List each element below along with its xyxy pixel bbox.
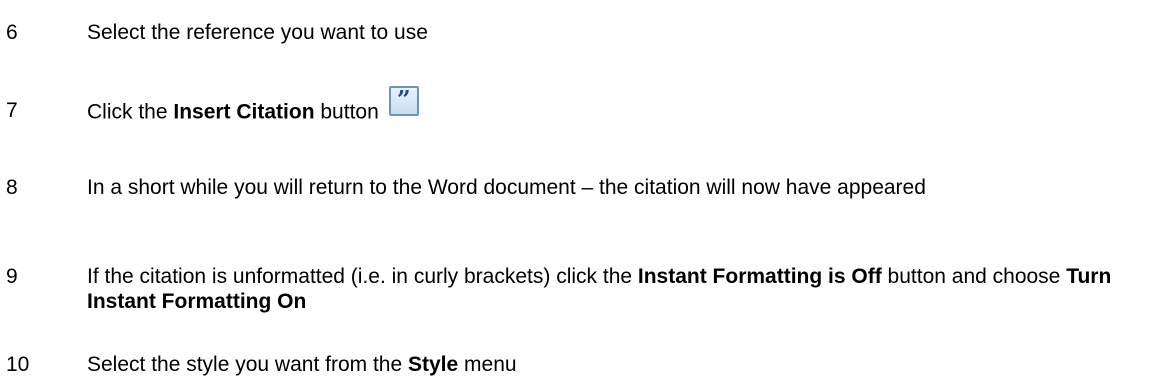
step-text: Click the Insert Citation button” xyxy=(87,85,1147,128)
step-number: 9 xyxy=(6,265,18,288)
step-number: 7 xyxy=(6,99,18,122)
step-number: 6 xyxy=(6,21,18,44)
step-number: 10 xyxy=(6,353,30,376)
step-text: Select the style you want from the Style… xyxy=(87,353,517,376)
insert-citation-icon: ” xyxy=(388,85,419,116)
step-number: 8 xyxy=(6,176,18,199)
step-text: If the citation is unformatted (i.e. in … xyxy=(87,265,1112,313)
step-text: Select the reference you want to use xyxy=(87,21,428,44)
step-text: In a short while you will return to the … xyxy=(87,176,926,199)
